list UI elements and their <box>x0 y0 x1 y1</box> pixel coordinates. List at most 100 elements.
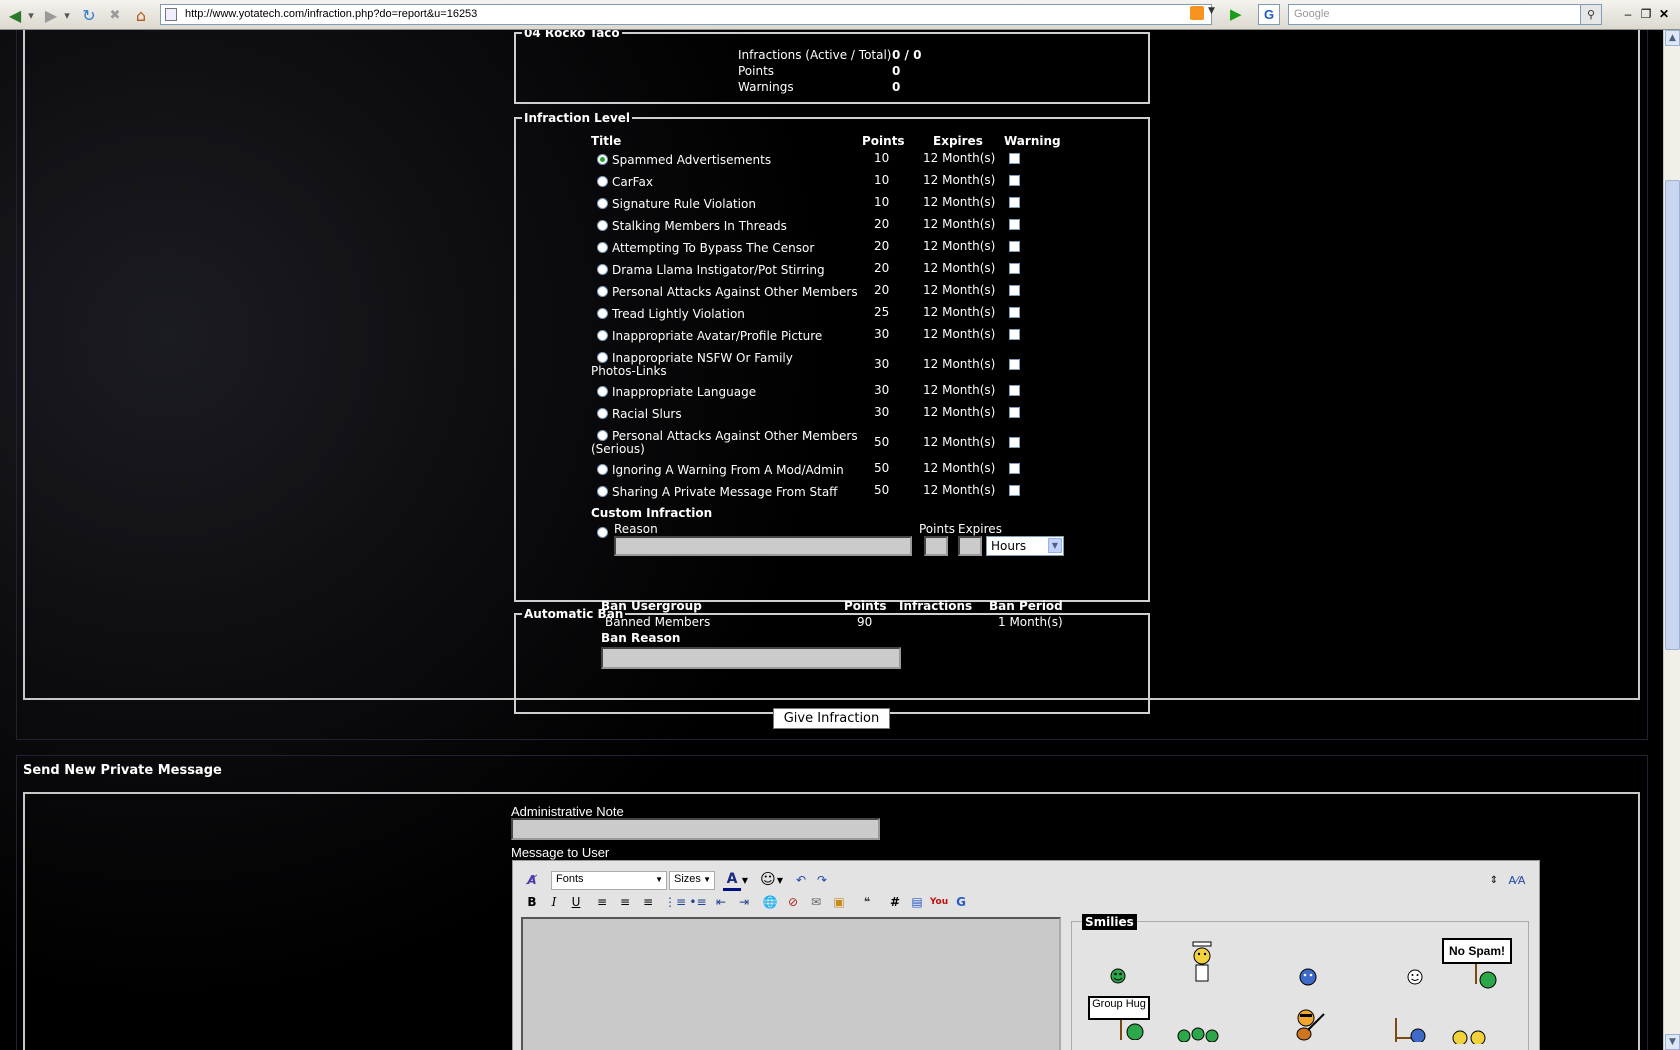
warning-checkbox[interactable] <box>1009 359 1020 370</box>
infraction-radio[interactable] <box>597 220 608 231</box>
scroll-thumb[interactable] <box>1665 180 1680 650</box>
smiley-grin-icon[interactable] <box>1110 968 1126 984</box>
custom-expires-input[interactable] <box>958 536 982 556</box>
forward-icon[interactable]: ▶ <box>40 4 62 26</box>
font-select[interactable]: Fonts ▼ <box>551 871 667 890</box>
infraction-radio[interactable] <box>597 464 608 475</box>
custom-reason-input[interactable] <box>614 536 912 556</box>
smiley-smile-icon[interactable] <box>1407 969 1423 985</box>
minimize-icon[interactable]: – <box>1620 6 1636 22</box>
restore-icon[interactable]: ❐ <box>1638 6 1654 22</box>
forward-dropdown-icon[interactable]: ▾ <box>62 4 72 26</box>
infraction-radio[interactable] <box>597 352 608 363</box>
warning-checkbox[interactable] <box>1009 437 1020 448</box>
resize-editor-icon[interactable]: ⇕ <box>1487 871 1501 889</box>
insert-image-icon[interactable]: ▣ <box>830 893 848 911</box>
vertical-scrollbar[interactable]: ▲ ▼ <box>1663 30 1680 1050</box>
warning-checkbox[interactable] <box>1009 463 1020 474</box>
infraction-radio[interactable] <box>597 264 608 275</box>
infraction-radio[interactable] <box>597 154 608 165</box>
infraction-radio[interactable] <box>597 286 608 297</box>
ordered-list-icon[interactable]: ⋮≡ <box>664 893 686 911</box>
back-dropdown-icon[interactable]: ▾ <box>26 4 36 26</box>
warning-checkbox[interactable] <box>1009 241 1020 252</box>
message-textarea[interactable] <box>521 917 1061 1050</box>
remove-link-icon[interactable]: ⊘ <box>784 893 802 911</box>
warning-checkbox[interactable] <box>1009 153 1020 164</box>
infraction-radio[interactable] <box>597 308 608 319</box>
scroll-up-icon[interactable]: ▲ <box>1665 30 1680 46</box>
outdent-icon[interactable]: ⇤ <box>712 893 730 911</box>
remove-format-icon[interactable]: A̸ <box>523 871 541 889</box>
custom-expires-unit-select[interactable]: Hours ▼ <box>986 536 1064 556</box>
warning-checkbox[interactable] <box>1009 329 1020 340</box>
underline-icon[interactable]: U <box>567 893 585 911</box>
smiley-blue-ball-icon[interactable] <box>1298 967 1318 987</box>
smiley-no-spam-sign[interactable]: No Spam! <box>1442 938 1512 964</box>
smiley-dropdown-icon[interactable]: ▼ <box>776 871 784 889</box>
smiley-pair-icon[interactable] <box>1450 1028 1490 1044</box>
infraction-radio[interactable] <box>597 386 608 397</box>
bold-icon[interactable]: B <box>523 893 541 911</box>
warning-checkbox[interactable] <box>1009 385 1020 396</box>
size-select[interactable]: Sizes ▼ <box>669 871 715 890</box>
close-icon[interactable]: ✕ <box>1656 6 1672 22</box>
html-icon[interactable]: ▤ <box>908 893 926 911</box>
infraction-radio[interactable] <box>597 486 608 497</box>
smiley-guitar-icon[interactable] <box>1294 1008 1326 1042</box>
align-center-icon[interactable]: ≡ <box>616 893 634 911</box>
align-right-icon[interactable]: ≡ <box>639 893 657 911</box>
home-icon[interactable]: ⌂ <box>130 4 152 26</box>
scroll-down-icon[interactable]: ▼ <box>1665 1034 1680 1050</box>
redo-icon[interactable]: ↷ <box>813 871 831 889</box>
smiley-crowd-icon[interactable] <box>1176 1026 1220 1042</box>
warning-checkbox[interactable] <box>1009 175 1020 186</box>
quote-icon[interactable]: ❝ <box>858 893 876 911</box>
smiley-graduate-icon[interactable] <box>1190 940 1214 986</box>
rss-feed-icon[interactable] <box>1190 6 1204 20</box>
back-icon[interactable]: ◀ <box>4 4 26 26</box>
warning-checkbox[interactable] <box>1009 197 1020 208</box>
insert-link-icon[interactable]: 🌐 <box>761 893 779 911</box>
warning-checkbox[interactable] <box>1009 219 1020 230</box>
admin-note-input[interactable] <box>511 818 880 840</box>
address-bar[interactable]: http://www.yotatech.com/infraction.php?d… <box>160 4 1212 25</box>
smiley-pointer-icon[interactable] <box>1392 1018 1428 1042</box>
address-dropdown-icon[interactable]: ▼ <box>1208 6 1215 16</box>
text-color-icon[interactable]: A <box>723 870 741 891</box>
youtube-icon[interactable]: You <box>930 893 948 911</box>
search-input[interactable]: Google <box>1288 4 1582 25</box>
switch-editor-mode-icon[interactable]: A⁄A <box>1507 871 1527 889</box>
go-icon[interactable]: ▶ <box>1230 5 1242 23</box>
warning-checkbox[interactable] <box>1009 407 1020 418</box>
code-icon[interactable]: # <box>886 893 904 911</box>
stop-icon[interactable]: ✖ <box>104 4 126 26</box>
warning-checkbox[interactable] <box>1009 263 1020 274</box>
infraction-radio[interactable] <box>597 176 608 187</box>
custom-infraction-radio[interactable] <box>597 527 608 538</box>
give-infraction-button[interactable]: Give Infraction <box>773 708 890 729</box>
text-color-dropdown-icon[interactable]: ▼ <box>741 871 749 889</box>
smiley-insert-icon[interactable]: ☺ <box>759 870 777 888</box>
smiley-group-hug-sign[interactable]: Group Hug <box>1088 996 1150 1020</box>
infraction-radio[interactable] <box>597 198 608 209</box>
infraction-radio[interactable] <box>597 242 608 253</box>
unordered-list-icon[interactable]: •≡ <box>689 893 707 911</box>
insert-email-icon[interactable]: ✉ <box>807 893 825 911</box>
indent-icon[interactable]: ⇥ <box>735 893 753 911</box>
ban-reason-input[interactable] <box>601 647 901 669</box>
custom-points-input[interactable] <box>924 536 948 556</box>
reload-icon[interactable]: ↻ <box>78 4 100 26</box>
infraction-radio[interactable] <box>597 430 608 441</box>
search-icon[interactable]: ⚲ <box>1580 4 1602 25</box>
warning-checkbox[interactable] <box>1009 285 1020 296</box>
google-icon[interactable]: G <box>952 893 970 911</box>
undo-icon[interactable]: ↶ <box>792 871 810 889</box>
warning-checkbox[interactable] <box>1009 307 1020 318</box>
search-engine-icon[interactable]: G <box>1258 4 1280 25</box>
infraction-radio[interactable] <box>597 330 608 341</box>
italic-icon[interactable]: I <box>545 893 563 911</box>
infraction-radio[interactable] <box>597 408 608 419</box>
align-left-icon[interactable]: ≡ <box>593 893 611 911</box>
warning-checkbox[interactable] <box>1009 485 1020 496</box>
